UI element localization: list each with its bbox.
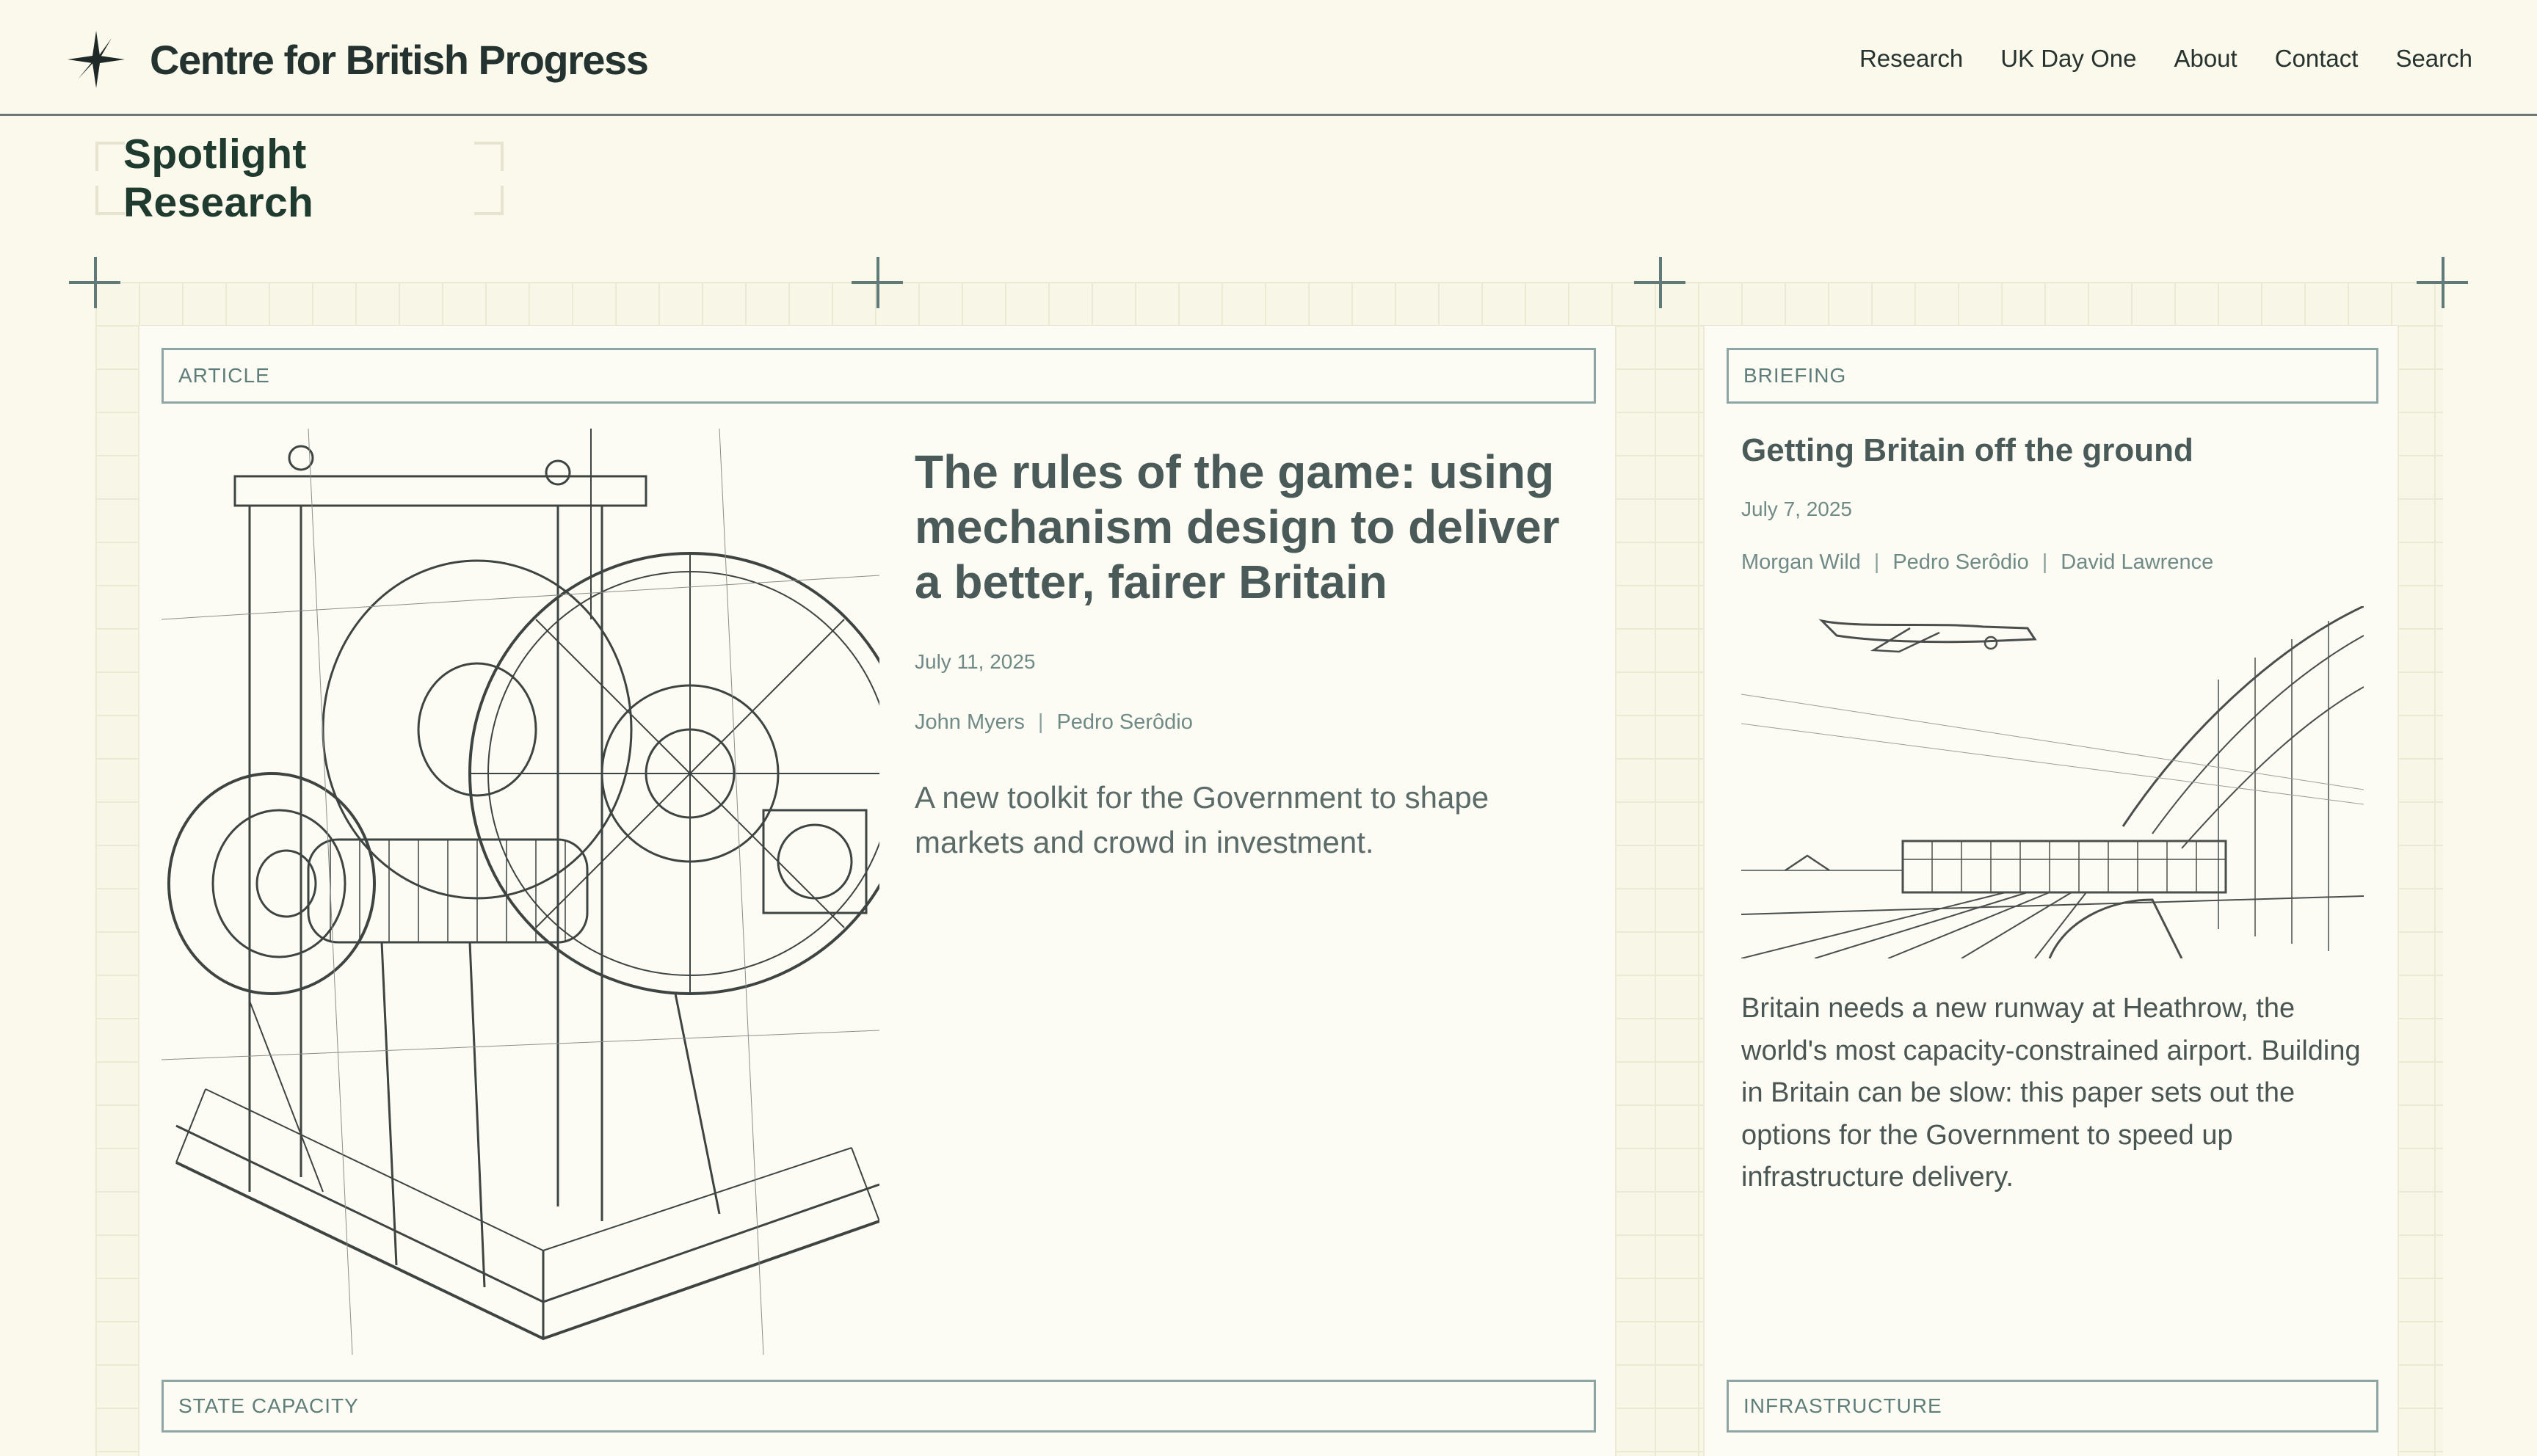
author-separator: | xyxy=(2041,550,2048,574)
plus-marker-icon xyxy=(2417,257,2468,308)
corner-bracket xyxy=(474,186,504,215)
author-link[interactable]: Pedro Serôdio xyxy=(1892,550,2028,574)
nav-item-search[interactable]: Search xyxy=(2395,43,2472,75)
site-brand-link[interactable]: Centre for British Progress xyxy=(63,26,649,92)
plus-marker-icon xyxy=(852,257,903,308)
card-summary: Britain needs a new runway at Heathrow, … xyxy=(1741,993,2361,1193)
author-separator: | xyxy=(1873,550,1880,574)
author-separator: | xyxy=(1037,710,1044,734)
nav-item-research[interactable]: Research xyxy=(1859,43,1963,75)
card-type-label: ARTICLE xyxy=(161,348,1596,404)
card-title[interactable]: Getting Britain off the ground xyxy=(1741,430,2373,471)
section-heading: Spotlight Research xyxy=(95,131,504,226)
author-link[interactable]: Morgan Wild xyxy=(1741,550,1861,574)
card-date: July 11, 2025 xyxy=(915,650,1036,673)
card-authors: Morgan Wild | Pedro Serôdio | David Lawrence xyxy=(1741,550,2213,575)
plus-marker-icon xyxy=(1634,257,1685,308)
nav-item-contact[interactable]: Contact xyxy=(2275,43,2359,75)
card-topic-tag[interactable]: STATE CAPACITY xyxy=(161,1380,1596,1433)
card-title[interactable]: The rules of the game: using mechanism d… xyxy=(915,445,1597,610)
research-card-article[interactable]: ARTICLE The rules of the game: using mec… xyxy=(138,326,1616,1456)
card-date: July 7, 2025 xyxy=(1741,498,1852,520)
site-name: Centre for British Progress xyxy=(150,36,649,83)
research-card-briefing[interactable]: BRIEFING Getting Britain off the ground … xyxy=(1703,326,2399,1456)
author-link[interactable]: John Myers xyxy=(915,710,1025,734)
section-title: Spotlight Research xyxy=(123,131,314,226)
author-link[interactable]: David Lawrence xyxy=(2061,550,2213,574)
card-summary: A new toolkit for the Government to shap… xyxy=(915,780,1489,859)
card-topic-tag[interactable]: INFRASTRUCTURE xyxy=(1727,1380,2378,1433)
card-type-label: BRIEFING xyxy=(1727,348,2378,404)
nav-item-about[interactable]: About xyxy=(2174,43,2237,75)
compass-star-icon xyxy=(68,31,125,88)
plus-marker-icon xyxy=(69,257,120,308)
corner-bracket xyxy=(95,142,125,171)
airport-terminal-sketch-illustration xyxy=(1741,605,2364,959)
main-nav: Research UK Day One About Contact Search xyxy=(1822,43,2472,75)
site-header: Centre for British Progress Research UK … xyxy=(0,0,2537,116)
machinery-sketch-illustration xyxy=(161,428,912,1355)
nav-item-uk-day-one[interactable]: UK Day One xyxy=(2000,43,2136,75)
corner-bracket xyxy=(474,142,504,171)
author-link[interactable]: Pedro Serôdio xyxy=(1056,710,1192,734)
corner-bracket xyxy=(95,186,125,215)
card-authors: John Myers | Pedro Serôdio xyxy=(915,710,1193,735)
